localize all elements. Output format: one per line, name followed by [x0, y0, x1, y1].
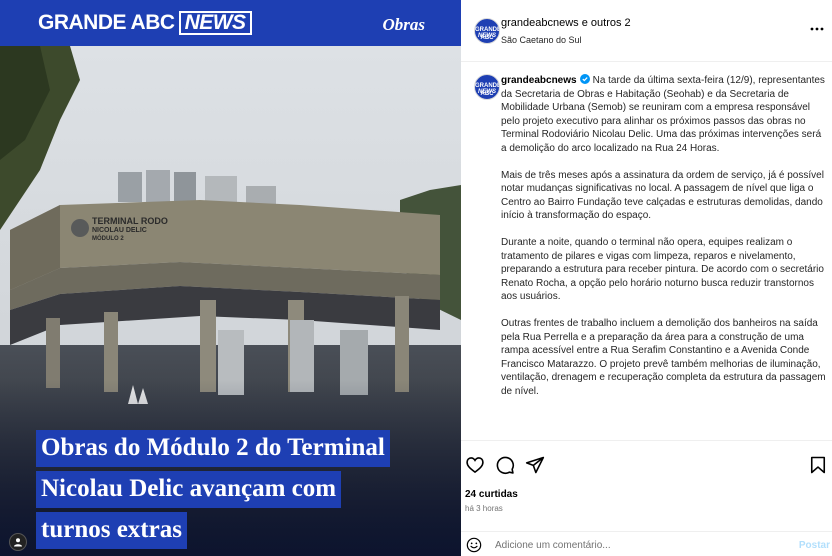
caption-paragraph: Durante a noite, quando o terminal não o…	[501, 236, 824, 303]
section-tag: Obras	[382, 15, 425, 34]
caption-username[interactable]: grandeabcnews	[501, 75, 577, 86]
post-caption: grandeabcnews Na tarde da última sexta-fe…	[501, 74, 827, 411]
sign-line-2: NICOLAU DELIC	[92, 227, 147, 234]
comment-icon[interactable]	[495, 455, 515, 475]
post-panel: GRANDE ABC NEWS grandeabcnews e outros 2…	[461, 0, 832, 556]
post-media[interactable]: TERMINAL RODO NICOLAU DELIC MÓDULO 2 GRA…	[0, 0, 461, 556]
user-tag-icon[interactable]	[9, 533, 27, 551]
post-time[interactable]: há 3 horas	[465, 504, 503, 513]
caption-area[interactable]: GRANDE ABC NEWS grandeabcnews Na tarde da…	[461, 62, 832, 440]
share-icon[interactable]	[525, 455, 545, 475]
more-horizontal-icon[interactable]	[810, 22, 824, 36]
verified-badge-icon	[579, 74, 590, 84]
comment-row: Postar	[461, 531, 832, 556]
comment-input[interactable]	[495, 540, 755, 551]
avatar[interactable]: GRANDE ABC NEWS	[474, 74, 500, 100]
post-headline: Obras do Módulo 2 do Terminal Nicolau De…	[36, 430, 441, 553]
header-location[interactable]: São Caetano do Sul	[501, 35, 582, 45]
brand-news-text: NEWS	[178, 11, 252, 35]
avatar-text-bottom: NEWS	[478, 89, 496, 95]
sign-line-3: MÓDULO 2	[92, 236, 124, 242]
caption-paragraph: Mais de três meses após a assinatura da …	[501, 169, 824, 222]
like-count[interactable]: 24 curtidas	[465, 489, 518, 500]
headline-line: turnos extras	[36, 512, 187, 549]
media-top-bar: GRANDE ABC NEWS Obras	[0, 0, 461, 46]
brand-main-text: GRANDE ABC	[38, 11, 175, 34]
caption-paragraph: Outras frentes de trabalho incluem a dem…	[501, 317, 826, 397]
post-header: GRANDE ABC NEWS grandeabcnews e outros 2…	[461, 0, 832, 62]
building-sign: TERMINAL RODO NICOLAU DELIC MÓDULO 2	[92, 217, 168, 244]
heart-icon[interactable]	[465, 455, 485, 475]
post-actions: 24 curtidas há 3 horas Postar	[461, 440, 832, 556]
caption-text: Na tarde da última sexta-feira (12/9), r…	[501, 75, 825, 154]
emoji-icon[interactable]	[466, 537, 482, 553]
avatar-text-bottom: NEWS	[478, 33, 496, 39]
sign-line-1: TERMINAL RODO	[92, 216, 168, 226]
headline-line: Obras do Módulo 2 do Terminal	[36, 430, 390, 467]
brand-logo: GRANDE ABC NEWS	[38, 9, 252, 37]
bookmark-icon[interactable]	[808, 455, 828, 475]
post-comment-button[interactable]: Postar	[799, 540, 830, 551]
headline-line: Nicolau Delic avançam com	[36, 471, 342, 508]
caption-paragraph: grandeabcnews Na tarde da última sexta-fe…	[501, 74, 827, 156]
avatar[interactable]: GRANDE ABC NEWS	[474, 18, 500, 44]
header-username[interactable]: grandeabcnews e outros 2	[501, 17, 631, 29]
